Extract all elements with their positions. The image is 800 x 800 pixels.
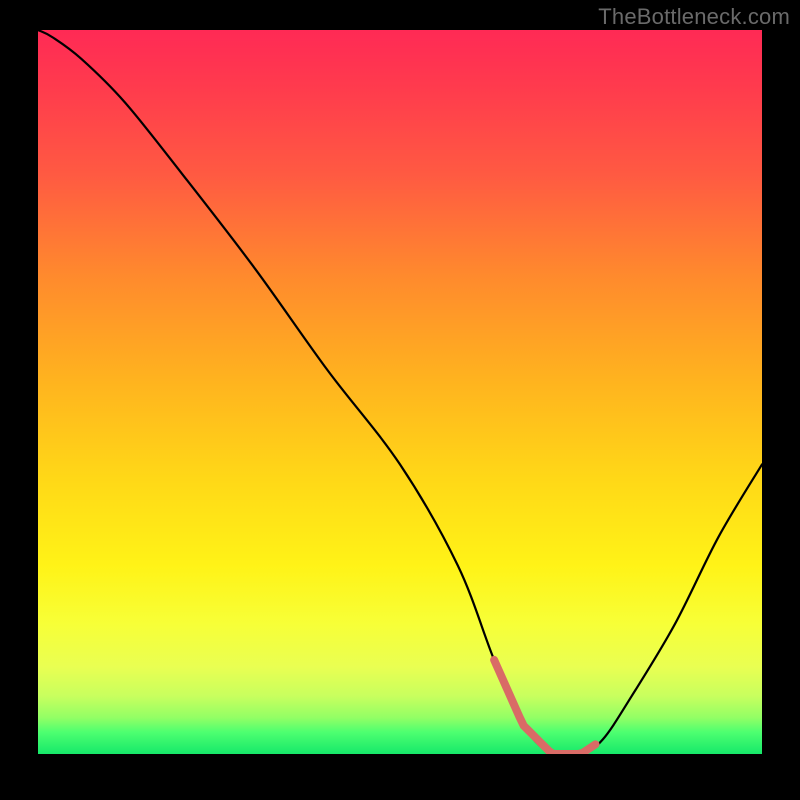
highlight-segment (494, 660, 595, 754)
curve-svg (38, 30, 762, 754)
chart-frame: TheBottleneck.com (0, 0, 800, 800)
watermark-text: TheBottleneck.com (598, 4, 790, 30)
bottleneck-curve-line (38, 30, 762, 754)
plot-area (38, 30, 762, 754)
